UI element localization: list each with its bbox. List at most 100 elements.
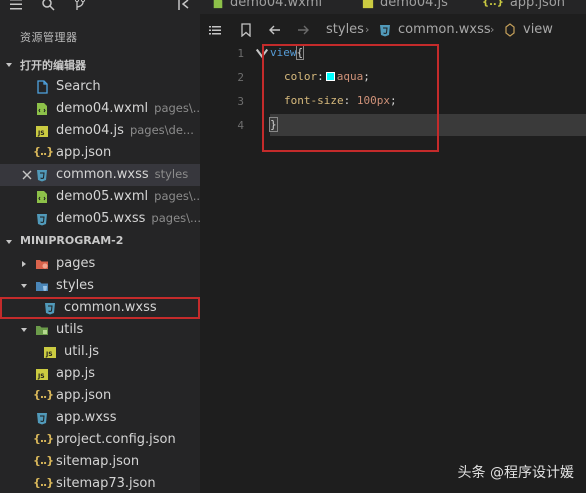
tree-label: styles — [56, 278, 94, 293]
breadcrumb-symbol[interactable]: view — [523, 22, 553, 37]
json-icon: {..} — [33, 476, 54, 489]
sidebar-toolbar — [0, 0, 200, 14]
tab-label: demo04.js — [380, 0, 448, 10]
open-editor-path: pages\de... — [129, 123, 194, 137]
json-icon: {..} — [33, 388, 54, 401]
tree-label: app.js — [56, 366, 95, 381]
tree-label: sitemap.json — [56, 454, 140, 469]
line-number: 1 — [237, 47, 244, 60]
js-icon: JS — [43, 345, 57, 359]
project-title: MINIPROGRAM-2 — [20, 234, 124, 247]
tree-label: project.config.json — [56, 432, 176, 447]
line-number: 2 — [237, 71, 244, 84]
collapse-panel-icon[interactable] — [177, 0, 191, 11]
js-icon — [362, 0, 374, 8]
bookmark-icon[interactable] — [239, 23, 253, 37]
tree-file-common-wxss[interactable]: common.wxss — [0, 297, 200, 319]
open-editor-demo05-wxss[interactable]: demo05.wxss pages\... — [0, 208, 200, 230]
source-control-icon[interactable] — [73, 0, 87, 11]
breadcrumb: styles › common.wxss › view — [200, 18, 586, 42]
breadcrumb-folder[interactable]: styles — [326, 22, 364, 37]
open-editor-search[interactable]: Search — [0, 76, 200, 98]
symbol-icon — [503, 23, 517, 37]
tree-label: utils — [56, 322, 84, 337]
open-editor-path: pages\... — [151, 211, 200, 225]
tab-label: app.json — [509, 0, 566, 10]
tree-label: common.wxss — [64, 300, 157, 315]
tab-demo04-js[interactable]: demo04.js — [362, 0, 448, 14]
folder-styles-icon — [35, 279, 49, 293]
json-icon: {..} — [33, 454, 54, 467]
svg-text:JS: JS — [37, 373, 45, 380]
open-editor-label: demo05.wxss — [56, 211, 146, 226]
tree-folder-utils[interactable]: utils — [0, 319, 200, 341]
chevron-down-icon — [5, 59, 13, 67]
svg-text:JS: JS — [37, 130, 45, 137]
open-editor-path: pages\... — [154, 189, 200, 203]
chevron-down-icon — [20, 326, 28, 334]
svg-text:JS: JS — [45, 351, 53, 358]
chevron-right-icon — [20, 260, 28, 268]
open-editor-label: Search — [56, 79, 101, 94]
chevron-right-icon: › — [490, 23, 495, 36]
json-icon: {..} — [33, 432, 54, 445]
wxss-icon — [35, 168, 49, 182]
chevron-right-icon: › — [365, 23, 370, 36]
tree-label: pages — [56, 256, 96, 271]
breadcrumb-file[interactable]: common.wxss — [398, 22, 491, 37]
list-icon[interactable] — [208, 23, 222, 37]
line-number: 4 — [237, 119, 244, 132]
file-icon — [35, 80, 49, 94]
close-icon[interactable] — [20, 168, 34, 182]
tab-demo04-wxml[interactable]: demo04.wxml — [212, 0, 322, 14]
open-editor-app-json[interactable]: {..} app.json — [0, 142, 200, 164]
folder-pages-icon — [35, 257, 49, 271]
open-editor-demo04-wxml[interactable]: demo04.wxml pages\... — [0, 98, 200, 120]
open-editors-title: 打开的编辑器 — [20, 59, 86, 72]
json-icon: {..} — [482, 0, 504, 8]
wxml-icon — [213, 0, 223, 8]
line-number: 3 — [237, 95, 244, 108]
json-icon: {..} — [33, 145, 54, 158]
tree-label: app.json — [56, 388, 112, 403]
tree-label: util.js — [64, 344, 100, 359]
chevron-down-icon — [5, 236, 13, 244]
tree-file-app-wxss[interactable]: app.wxss — [0, 407, 200, 429]
open-editor-demo05-wxml[interactable]: demo05.wxml pages\... — [0, 186, 200, 208]
open-editor-demo04-js[interactable]: JS demo04.js pages\de... — [0, 120, 200, 142]
back-arrow-icon[interactable] — [268, 23, 282, 37]
open-editor-label: app.json — [56, 145, 112, 160]
tab-label: demo04.wxml — [230, 0, 323, 10]
tree-file-app-json[interactable]: {..} app.json — [0, 385, 200, 407]
open-editor-path: styles — [154, 167, 189, 181]
tree-file-sitemap73[interactable]: {..} sitemap73.json — [0, 473, 200, 493]
tree-folder-styles[interactable]: styles — [0, 275, 200, 297]
open-editor-label: demo04.js — [56, 123, 124, 138]
open-editor-label: common.wxss — [56, 167, 149, 182]
folder-utils-icon — [35, 323, 49, 337]
code-editor[interactable]: 1 2 3 4 view{ color: aqua; font-size: 100… — [200, 42, 586, 493]
open-editors-header[interactable]: 打开的编辑器 — [0, 54, 200, 74]
js-icon: JS — [35, 367, 49, 381]
menu-icon[interactable] — [9, 0, 23, 11]
tree-file-project-config[interactable]: {..} project.config.json — [0, 429, 200, 451]
tree-label: app.wxss — [56, 410, 117, 425]
watermark: 头条 @程序设计媛 — [457, 465, 574, 481]
forward-arrow-icon[interactable] — [296, 23, 310, 37]
search-icon[interactable] — [41, 0, 55, 11]
project-header[interactable]: MINIPROGRAM-2 — [0, 231, 200, 251]
tree-file-util-js[interactable]: JS util.js — [0, 341, 200, 363]
explorer-sidebar: 资源管理器 打开的编辑器 Search demo04.wxml pages\...… — [0, 0, 200, 493]
annotation-highlight-box — [262, 44, 439, 152]
wxml-icon — [35, 190, 49, 204]
tree-folder-pages[interactable]: pages — [0, 253, 200, 275]
wxss-icon — [43, 301, 57, 315]
open-editor-path: pages\... — [154, 101, 200, 115]
tree-file-app-js[interactable]: JS app.js — [0, 363, 200, 385]
open-editor-common-wxss[interactable]: common.wxss styles — [0, 164, 200, 186]
tree-file-sitemap[interactable]: {..} sitemap.json — [0, 451, 200, 473]
chevron-down-icon — [20, 282, 28, 290]
js-icon: JS — [35, 124, 49, 138]
tab-app-json[interactable]: {..} app.json — [482, 0, 565, 14]
editor-tab-bar: demo04.wxml demo04.js {..} app.json — [200, 0, 586, 14]
